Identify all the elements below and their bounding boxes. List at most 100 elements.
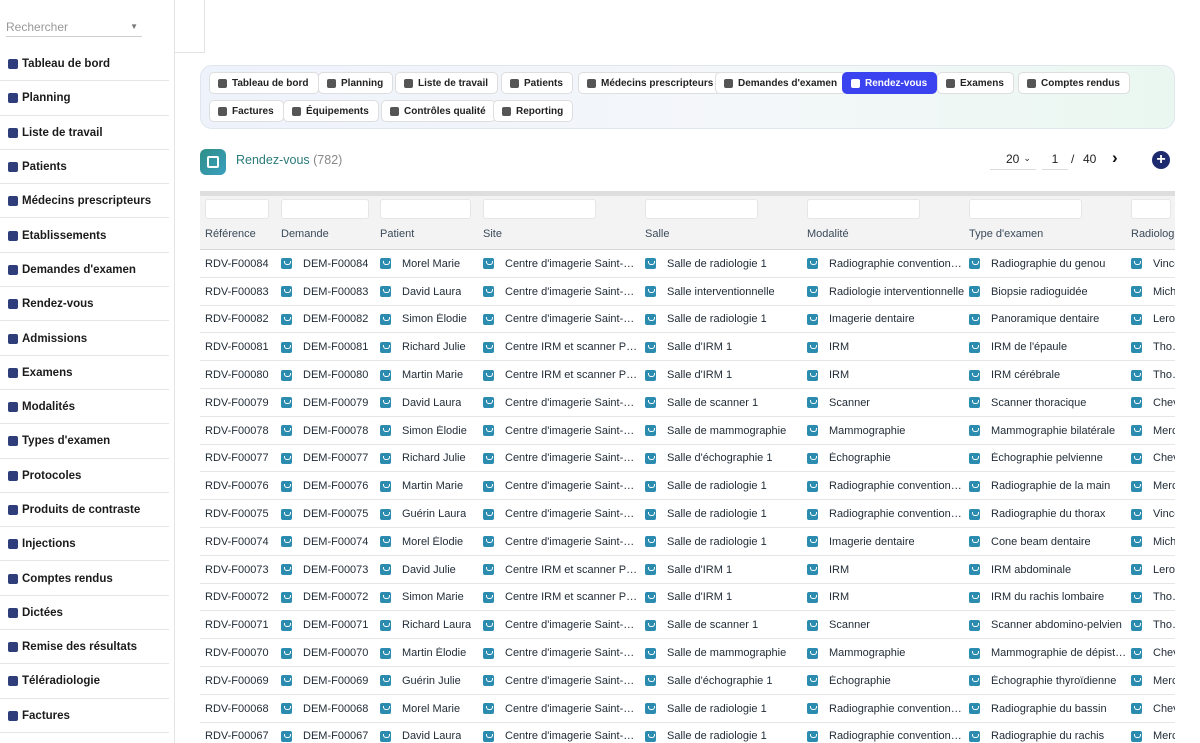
link-icon[interactable] (1131, 286, 1142, 298)
link-icon[interactable] (380, 341, 391, 353)
link-icon[interactable] (483, 564, 494, 576)
link-icon[interactable] (483, 452, 494, 464)
chevron-down-icon[interactable]: ▼ (130, 17, 138, 37)
link-icon[interactable] (380, 619, 391, 631)
table-cell[interactable]: RDV-F00077 (205, 445, 275, 473)
link-icon[interactable] (483, 480, 494, 492)
link-icon[interactable] (483, 286, 494, 298)
column-filter-input[interactable] (205, 199, 269, 219)
table-cell[interactable]: RDV-F00070 (205, 639, 275, 667)
link-icon[interactable] (1131, 425, 1142, 437)
table-row[interactable]: RDV-F00071 DEM-F00071 Richard Laura Centre … (200, 611, 1175, 640)
link-icon[interactable] (807, 675, 818, 687)
table-row[interactable]: RDV-F00073 DEM-F00073 David Julie Centre IR… (200, 556, 1175, 584)
table-row[interactable]: RDV-F00069 DEM-F00069 Guérin Julie Centre d… (200, 667, 1175, 695)
link-icon[interactable] (483, 397, 494, 409)
link-icon[interactable] (807, 369, 818, 381)
link-icon[interactable] (281, 536, 292, 548)
table-cell[interactable]: RDV-F00078 (205, 417, 275, 445)
link-icon[interactable] (281, 452, 292, 464)
link-icon[interactable] (969, 591, 980, 603)
link-icon[interactable] (1131, 730, 1142, 742)
link-icon[interactable] (483, 341, 494, 353)
link-icon[interactable] (969, 425, 980, 437)
link-icon[interactable] (281, 508, 292, 520)
tab[interactable]: Planning (318, 72, 394, 94)
table-cell[interactable]: RDV-F00081 (205, 333, 275, 361)
link-icon[interactable] (1131, 341, 1142, 353)
link-icon[interactable] (1131, 480, 1142, 492)
link-icon[interactable] (483, 536, 494, 548)
link-icon[interactable] (281, 425, 292, 437)
sidebar-item[interactable]: Types d'examen (0, 424, 174, 459)
table-row[interactable]: RDV-F00076 DEM-F00076 Martin Marie Centre d… (200, 472, 1175, 501)
table-cell[interactable]: RDV-F00074 (205, 528, 275, 556)
link-icon[interactable] (645, 647, 656, 659)
link-icon[interactable] (645, 730, 656, 742)
sidebar-item[interactable]: Produits de contraste (0, 493, 174, 528)
table-row[interactable]: RDV-F00082 DEM-F00082 Simon Élodie Centre d… (200, 306, 1175, 334)
sidebar-item[interactable]: Modalités (0, 390, 174, 425)
sidebar-item[interactable]: Demandes d'examen (0, 253, 174, 288)
table-row[interactable]: RDV-F00081 DEM-F00081 Richard Julie Centre … (200, 333, 1175, 362)
sidebar-item[interactable]: Tableau de bord (0, 47, 174, 82)
link-icon[interactable] (281, 730, 292, 742)
tab[interactable]: Médecins prescripteurs (578, 72, 724, 94)
column-filter-input[interactable] (807, 199, 920, 219)
link-icon[interactable] (281, 619, 292, 631)
sidebar-item[interactable]: Dictées (0, 596, 174, 631)
link-icon[interactable] (807, 647, 818, 659)
column-header[interactable]: Modalité (807, 228, 849, 240)
link-icon[interactable] (380, 313, 391, 325)
table-row[interactable]: RDV-F00078 DEM-F00078 Simon Élodie Centre d… (200, 417, 1175, 445)
table-row[interactable]: RDV-F00068 DEM-F00068 Morel Marie Centre d'… (200, 695, 1175, 723)
link-icon[interactable] (969, 341, 980, 353)
table-cell[interactable]: RDV-F00079 (205, 389, 275, 417)
tab[interactable]: Factures (209, 100, 284, 122)
link-icon[interactable] (281, 564, 292, 576)
table-row[interactable]: RDV-F00072 DEM-F00072 Simon Marie Centre IR… (200, 584, 1175, 612)
table-cell[interactable]: RDV-F00073 (205, 556, 275, 584)
link-icon[interactable] (380, 508, 391, 520)
link-icon[interactable] (1131, 397, 1142, 409)
link-icon[interactable] (807, 564, 818, 576)
sidebar-item[interactable]: Remise des résultats (0, 630, 174, 665)
link-icon[interactable] (969, 286, 980, 298)
tab[interactable]: Demandes d'examen (715, 72, 848, 94)
table-row[interactable]: RDV-F00067 DEM-F00067 David Laura Centre d'… (200, 723, 1175, 743)
link-icon[interactable] (281, 258, 292, 270)
link-icon[interactable] (807, 508, 818, 520)
link-icon[interactable] (645, 258, 656, 270)
link-icon[interactable] (281, 397, 292, 409)
table-row[interactable]: RDV-F00079 DEM-F00079 David Laura Centre d'… (200, 389, 1175, 417)
link-icon[interactable] (281, 286, 292, 298)
page-number-input[interactable]: 1 (1042, 148, 1068, 170)
link-icon[interactable] (807, 619, 818, 631)
table-row[interactable]: RDV-F00074 DEM-F00074 Morel Élodie Centre d… (200, 528, 1175, 556)
sidebar-item[interactable]: Factures (0, 699, 174, 734)
table-cell[interactable]: RDV-F00075 (205, 500, 275, 528)
link-icon[interactable] (645, 341, 656, 353)
link-icon[interactable] (1131, 508, 1142, 520)
next-page-button[interactable]: › (1112, 148, 1118, 168)
column-filter-input[interactable] (1131, 199, 1171, 219)
per-page-select[interactable]: 20 ⌄ (990, 148, 1036, 170)
link-icon[interactable] (1131, 536, 1142, 548)
link-icon[interactable] (645, 619, 656, 631)
link-icon[interactable] (380, 425, 391, 437)
link-icon[interactable] (380, 703, 391, 715)
link-icon[interactable] (969, 564, 980, 576)
link-icon[interactable] (645, 675, 656, 687)
link-icon[interactable] (645, 425, 656, 437)
table-cell[interactable]: RDV-F00068 (205, 695, 275, 723)
sidebar-item[interactable]: Patients (0, 150, 174, 185)
column-header[interactable]: Salle (645, 228, 669, 240)
link-icon[interactable] (645, 564, 656, 576)
link-icon[interactable] (807, 480, 818, 492)
link-icon[interactable] (645, 703, 656, 715)
link-icon[interactable] (1131, 452, 1142, 464)
link-icon[interactable] (807, 341, 818, 353)
link-icon[interactable] (483, 313, 494, 325)
link-icon[interactable] (807, 703, 818, 715)
column-filter-input[interactable] (380, 199, 471, 219)
